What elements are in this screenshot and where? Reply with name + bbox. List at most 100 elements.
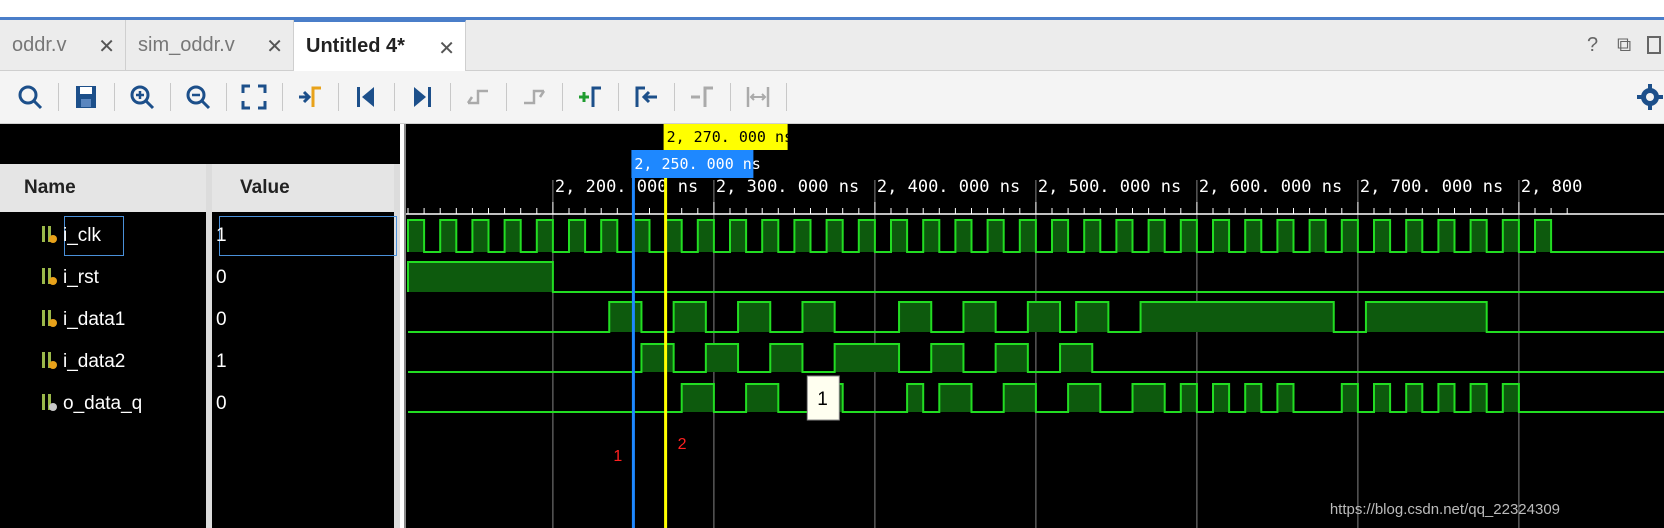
toolbar-separator — [562, 83, 563, 111]
add-marker-icon[interactable] — [572, 79, 608, 115]
input-signal-icon — [42, 226, 57, 243]
o-data-q-high-fill — [1374, 384, 1391, 412]
ruler-tick-label: 2, 400. 000 ns — [877, 177, 1020, 197]
i-clk-high-fill — [440, 220, 457, 252]
signal-name-o-data-q[interactable]: o_data_q — [63, 386, 142, 422]
signal-value-i-rst: 0 — [216, 267, 227, 288]
next-transition-icon[interactable] — [516, 79, 552, 115]
close-icon[interactable]: ✕ — [98, 34, 115, 59]
input-signal-icon — [42, 352, 57, 369]
settings-icon[interactable] — [1632, 79, 1664, 115]
value-column-header[interactable]: Value — [216, 164, 400, 212]
ruler-tick-label: 2, 300. 000 ns — [716, 177, 859, 197]
o-data-q-high-fill — [681, 384, 714, 412]
tab-label: sim_oddr.v — [138, 33, 235, 56]
i-clk-high-fill — [408, 220, 425, 252]
waveform-canvas[interactable]: 2, 200. 000 ns 2, 300. 000 ns 2, 400. 000 … — [406, 124, 1664, 528]
i-clk-high-fill — [987, 220, 1004, 252]
i-rst-high-fill — [408, 262, 553, 292]
i-data2-high-fill — [705, 344, 739, 372]
i-clk-high-fill — [762, 220, 779, 252]
signal-name-i-data1[interactable]: i_data1 — [63, 302, 125, 338]
selected-value-highlight — [219, 216, 397, 256]
i-clk-high-fill — [1309, 220, 1326, 252]
i-clk-high-fill — [504, 220, 521, 252]
o-data-q-high-fill — [907, 384, 924, 412]
input-signal-icon — [42, 310, 57, 327]
i-clk-high-fill — [1116, 220, 1133, 252]
i-clk-high-fill — [472, 220, 489, 252]
toolbar-separator — [786, 83, 787, 111]
i-clk-high-fill — [1084, 220, 1101, 252]
column-divider[interactable] — [206, 164, 212, 528]
signal-name-i-data2[interactable]: i_data2 — [63, 344, 125, 380]
i-clk-high-fill — [1245, 220, 1262, 252]
tab-untitled-4[interactable]: Untitled 4* ✕ — [294, 20, 466, 71]
signal-name-i-clk[interactable]: i_clk — [63, 218, 101, 254]
o-data-q-high-fill — [1470, 384, 1487, 412]
toolbar-separator — [226, 83, 227, 111]
name-column-header[interactable]: Name — [0, 164, 206, 212]
toolbar-separator — [506, 83, 507, 111]
tab-sim-oddr-v[interactable]: sim_oddr.v ✕ — [126, 20, 294, 70]
i-clk-high-fill — [697, 220, 714, 252]
ruler-tick-label: 2, 800 — [1521, 177, 1582, 197]
i-data1-high-fill — [1076, 302, 1109, 332]
help-icon[interactable]: ? — [1587, 34, 1598, 57]
signal-table-header: Name Value — [0, 164, 400, 212]
previous-marker-icon[interactable] — [628, 79, 664, 115]
o-data-q-high-fill — [1180, 384, 1197, 412]
i-clk-high-fill — [536, 220, 553, 252]
i-data2-high-fill — [770, 344, 803, 372]
toolbar-separator — [730, 83, 731, 111]
i-data1-high-fill — [963, 302, 996, 332]
go-to-time-0-icon[interactable] — [348, 79, 384, 115]
close-icon[interactable]: ✕ — [266, 34, 283, 59]
o-data-q-high-fill — [1132, 384, 1165, 412]
previous-transition-icon[interactable] — [460, 79, 496, 115]
i-clk-high-fill — [1019, 220, 1036, 252]
close-icon[interactable]: ✕ — [438, 36, 455, 61]
maximize-icon[interactable] — [1647, 36, 1661, 54]
toolbar-separator — [674, 83, 675, 111]
goto-cursor-icon[interactable] — [292, 79, 328, 115]
tab-label: Untitled 4* — [306, 35, 405, 57]
zoom-in-icon[interactable] — [124, 79, 160, 115]
output-signal-icon — [42, 394, 57, 411]
i-data2-high-fill — [834, 344, 900, 372]
i-clk-high-fill — [730, 220, 747, 252]
i-clk-high-fill — [794, 220, 811, 252]
signal-name-pane: Name Value i_clk 1 i_rst 0 i_data1 0 i_d… — [0, 124, 400, 528]
signal-name-i-rst[interactable]: i_rst — [63, 260, 99, 296]
i-data1-high-fill — [802, 302, 835, 332]
i-clk-high-fill — [665, 220, 682, 252]
i-clk-high-fill — [601, 220, 618, 252]
i-data1-high-fill — [1140, 302, 1334, 332]
i-clk-high-fill — [1277, 220, 1294, 252]
waveform-pane[interactable]: 2, 200. 000 ns 2, 300. 000 ns 2, 400. 000 … — [404, 124, 1664, 528]
i-clk-high-fill — [1438, 220, 1455, 252]
next-marker-icon[interactable] — [684, 79, 720, 115]
signal-value-i-data1: 0 — [216, 309, 227, 330]
i-clk-high-fill — [1180, 220, 1197, 252]
signal-value-i-clk: 1 — [216, 225, 227, 246]
search-icon[interactable] — [12, 79, 48, 115]
watermark: https://blog.csdn.net/qq_22324309 — [1329, 501, 1560, 518]
i-clk-high-fill — [1406, 220, 1423, 252]
swap-cursors-icon[interactable] — [740, 79, 776, 115]
toolbar-separator — [282, 83, 283, 111]
i-data2-high-fill — [931, 344, 964, 372]
i-data1-high-fill — [1365, 302, 1487, 332]
i-clk-high-fill — [955, 220, 972, 252]
restore-icon[interactable]: ⧉ — [1617, 34, 1631, 57]
save-icon[interactable] — [68, 79, 104, 115]
go-to-last-time-icon[interactable] — [404, 79, 440, 115]
zoom-fit-icon[interactable] — [236, 79, 272, 115]
tab-oddr-v[interactable]: oddr.v ✕ — [0, 20, 126, 70]
editor-tab-bar: oddr.v ✕ sim_oddr.v ✕ Untitled 4* ✕ ? ⧉ — [0, 20, 1664, 71]
toolbar-separator — [170, 83, 171, 111]
o-data-q-high-fill — [1341, 384, 1358, 412]
ruler-tick-label: 2, 200. 000 ns — [555, 177, 698, 197]
zoom-out-icon[interactable] — [180, 79, 216, 115]
i-data2-high-fill — [641, 344, 674, 372]
